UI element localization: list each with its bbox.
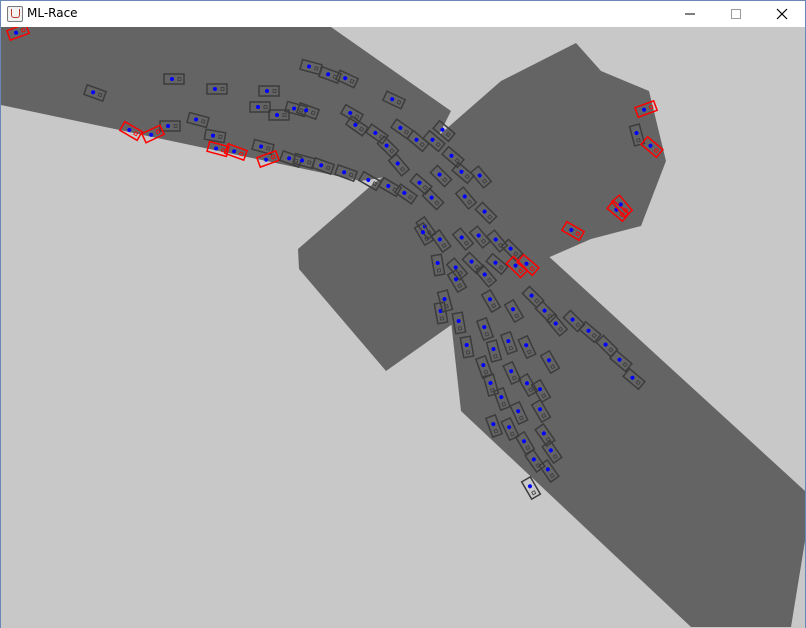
java-cup-icon[interactable] [7, 6, 23, 22]
close-icon [776, 8, 788, 20]
maximize-button[interactable] [713, 1, 759, 27]
car-marker [265, 89, 269, 93]
car-marker [213, 87, 217, 91]
car-marker [256, 105, 260, 109]
minimize-button[interactable] [667, 1, 713, 27]
car-marker [170, 77, 174, 81]
race-canvas[interactable] [1, 27, 805, 628]
race-track-view [1, 27, 805, 628]
app-window: ML-Race [0, 0, 806, 628]
car-marker [166, 124, 170, 128]
window-title: ML-Race [27, 6, 78, 20]
title-bar[interactable]: ML-Race [1, 1, 805, 27]
minimize-icon [685, 13, 695, 15]
car-marker [275, 113, 279, 117]
close-button[interactable] [759, 1, 805, 27]
maximize-icon [731, 9, 741, 19]
